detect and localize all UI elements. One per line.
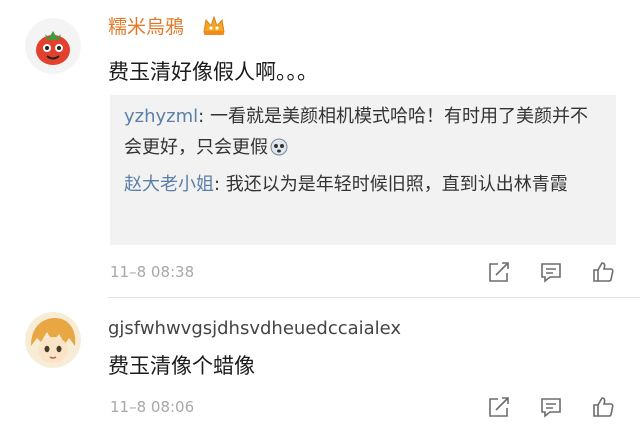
timestamp: 11–8 08:38 <box>110 263 195 281</box>
like-icon[interactable] <box>591 260 615 284</box>
reply-thread[interactable]: yzhyzml: 一看就是美颜相机模式哈哈！有时用了美颜并不会更好，只会更假 赵… <box>110 95 616 245</box>
comment-icon[interactable] <box>539 395 563 419</box>
comment-item: gjsfwhwvgsjdhsvdheuedccaialex 费玉清像个蜡像 11… <box>0 298 640 431</box>
reply-author[interactable]: yzhyzml <box>124 106 198 127</box>
avatar[interactable] <box>25 18 81 74</box>
username[interactable]: gjsfwhwvgsjdhsvdheuedccaialex <box>108 318 401 339</box>
comment-list: 糯米烏鴉 费玉清好像假人啊。。。 yzhyzml: 一看就是美颜相机模式哈哈！有… <box>0 0 640 431</box>
reply-author[interactable]: 赵大老小姐 <box>124 174 214 195</box>
reply-separator: : <box>198 106 210 127</box>
like-icon[interactable] <box>591 395 615 419</box>
vip-crown-icon <box>202 14 226 36</box>
share-icon[interactable] <box>487 260 511 284</box>
timestamp: 11–8 08:06 <box>110 398 195 416</box>
share-icon[interactable] <box>487 395 511 419</box>
reply-item[interactable]: yzhyzml: 一看就是美颜相机模式哈哈！有时用了美颜并不会更好，只会更假 <box>124 101 604 163</box>
comment-item: 糯米烏鴉 费玉清好像假人啊。。。 yzhyzml: 一看就是美颜相机模式哈哈！有… <box>0 0 640 298</box>
comment-text: 费玉清好像假人啊。。。 <box>108 60 318 84</box>
reply-item[interactable]: 赵大老小姐: 我还以为是年轻时候旧照，直到认出林青霞 <box>124 169 604 200</box>
username[interactable]: 糯米烏鴉 <box>108 12 184 39</box>
comment-text: 费玉清像个蜡像 <box>108 354 255 378</box>
avatar[interactable] <box>25 312 81 368</box>
reply-text: 我还以为是年轻时候旧照，直到认出林青霞 <box>225 174 568 195</box>
reply-separator: : <box>214 174 226 195</box>
face-emoji-icon <box>270 135 288 156</box>
comment-icon[interactable] <box>539 260 563 284</box>
